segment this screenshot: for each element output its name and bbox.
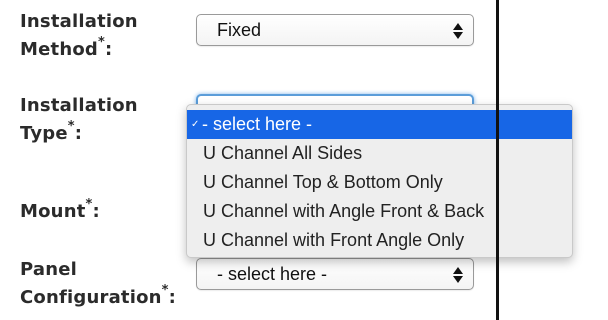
panel-configuration-value: - select here - — [217, 264, 328, 284]
installation-form: Installation Method*: Fixed Installation… — [0, 0, 608, 320]
installation-method-label: Installation Method*: — [20, 8, 138, 64]
installation-type-label: Installation Type*: — [20, 92, 138, 148]
label-colon: : — [168, 287, 177, 308]
option-label: U Channel All Sides — [203, 143, 363, 163]
panel-configuration-label-line1: Panel — [20, 259, 78, 280]
required-asterisk: * — [85, 197, 93, 212]
mount-label-text: Mount — [20, 201, 86, 222]
mount-label: Mount*: — [20, 198, 100, 226]
option-label: - select here - — [202, 114, 313, 134]
dropdown-option-u-channel-angle-front-back[interactable]: U Channel with Angle Front & Back — [187, 197, 572, 226]
vertical-divider — [496, 0, 499, 320]
label-colon: : — [105, 39, 113, 60]
option-label: U Channel with Angle Front & Back — [203, 201, 485, 221]
required-asterisk: * — [161, 283, 169, 298]
installation-method-value: Fixed — [217, 20, 262, 40]
option-label: U Channel Top & Bottom Only — [203, 172, 443, 192]
dropdown-option-u-channel-front-angle[interactable]: U Channel with Front Angle Only — [187, 226, 572, 255]
panel-configuration-select[interactable]: - select here - — [196, 258, 474, 290]
label-colon: : — [74, 123, 83, 144]
installation-type-label-line2: Type — [20, 123, 68, 144]
panel-configuration-label: Panel Configuration*: — [20, 256, 176, 312]
installation-type-dropdown-list[interactable]: ✓ - select here - U Channel All Sides U C… — [186, 104, 573, 258]
dropdown-option-u-channel-all-sides[interactable]: U Channel All Sides — [187, 139, 572, 168]
panel-configuration-label-line2: Configuration — [20, 287, 162, 308]
installation-method-select[interactable]: Fixed — [196, 14, 474, 46]
dropdown-option-select-here[interactable]: ✓ - select here - — [187, 110, 572, 139]
select-arrows-icon — [453, 21, 463, 41]
installation-method-label-line2: Method — [20, 39, 98, 60]
check-icon: ✓ — [191, 119, 200, 130]
required-asterisk: * — [98, 35, 105, 50]
required-asterisk: * — [67, 119, 75, 134]
dropdown-option-u-channel-top-bottom[interactable]: U Channel Top & Bottom Only — [187, 168, 572, 197]
installation-method-label-line1: Installation — [20, 11, 138, 32]
label-colon: : — [92, 201, 100, 222]
select-arrows-icon — [453, 265, 463, 285]
installation-type-label-line1: Installation — [20, 95, 138, 116]
option-label: U Channel with Front Angle Only — [203, 230, 465, 250]
